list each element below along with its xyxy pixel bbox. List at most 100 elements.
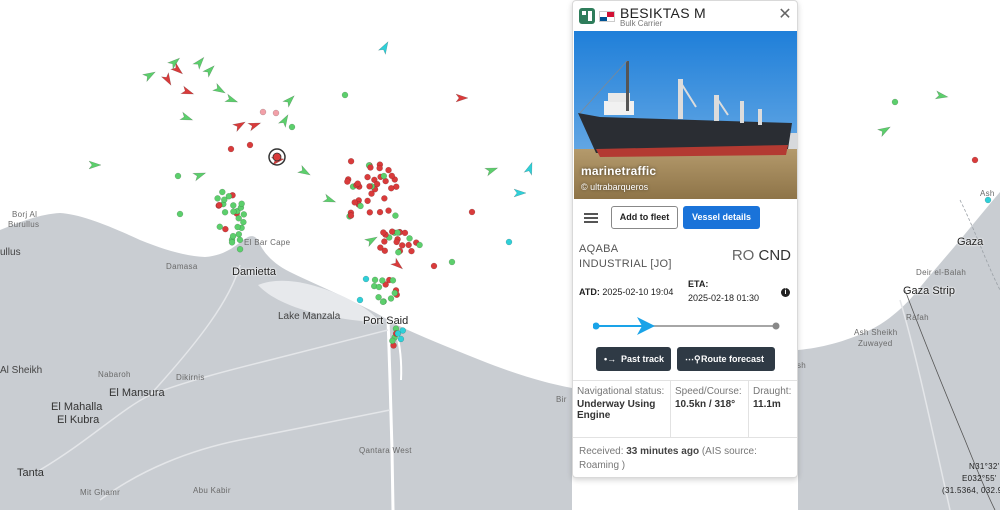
vessel-marker-anchored[interactable] <box>221 209 229 216</box>
vessel-marker-anchored[interactable] <box>971 156 979 164</box>
vessel-marker-anchored[interactable] <box>366 209 374 216</box>
vessel-marker-anchored[interactable] <box>259 108 267 116</box>
map-base[interactable] <box>0 0 1000 510</box>
vessel-marker-anchored[interactable] <box>505 238 513 246</box>
vessel-marker-anchored[interactable] <box>395 249 402 256</box>
vessel-marker-anchored[interactable] <box>380 229 387 236</box>
vessel-marker-anchored[interactable] <box>227 145 235 153</box>
destination[interactable]: AQABA INDUSTRIAL [JO] <box>579 242 672 272</box>
vessel-marker-anchored[interactable] <box>235 231 243 238</box>
vessel-marker-anchored[interactable] <box>344 178 351 185</box>
hamburger-icon[interactable] <box>584 213 598 223</box>
vessel-marker-anchored[interactable] <box>236 245 244 253</box>
vessel-marker-anchored[interactable] <box>364 197 371 205</box>
vessel-marker-anchored[interactable] <box>388 172 396 180</box>
vessel-photo[interactable]: marinetraffic © ultrabarqueros <box>574 31 797 199</box>
vessel-marker-anchored[interactable] <box>394 330 402 337</box>
vessel-marker-anchored[interactable] <box>381 247 389 255</box>
destination-line1: AQABA <box>579 243 619 255</box>
close-icon[interactable]: ✕ <box>777 7 793 23</box>
vessel-marker-anchored[interactable] <box>379 298 387 306</box>
vessel-marker-anchored[interactable] <box>364 173 371 181</box>
vessel-marker-anchored[interactable] <box>214 195 221 202</box>
vessel-marker-anchored[interactable] <box>373 180 381 188</box>
route-forecast-icon: ⋯⚲ <box>685 354 701 364</box>
vessel-marker-anchored[interactable] <box>391 289 399 297</box>
vessel-marker-anchored[interactable] <box>387 295 395 302</box>
vessel-marker-anchored[interactable] <box>385 207 392 214</box>
vessel-marker-anchored[interactable] <box>406 235 413 242</box>
map-canvas[interactable]: Borj Al Burullus ullus El Bar Cape Damas… <box>0 0 1000 510</box>
vessel-marker-anchored[interactable] <box>416 241 423 249</box>
vessel-marker-anchored[interactable] <box>389 337 396 345</box>
vessel-marker-anchored[interactable] <box>405 241 412 249</box>
vessel-marker-anchored[interactable] <box>221 196 228 203</box>
vessel-marker-anchored[interactable] <box>341 91 349 99</box>
route-forecast-button[interactable]: ⋯⚲ Route forecast <box>677 347 775 371</box>
vessel-marker-anchored[interactable] <box>230 202 237 209</box>
vessel-marker-anchored[interactable] <box>376 164 383 172</box>
vessel-marker-anchored[interactable] <box>216 223 224 231</box>
vessel-marker-anchored[interactable] <box>381 195 388 202</box>
vessel-marker-anchored[interactable] <box>230 208 237 215</box>
vessel-marker-anchored[interactable] <box>347 158 355 165</box>
vessel-marker-anchored[interactable] <box>408 247 415 255</box>
vessel-marker-anchored[interactable] <box>394 229 401 236</box>
vessel-marker-anchored[interactable] <box>222 225 229 233</box>
vessel-marker-anchored[interactable] <box>354 180 362 187</box>
vessel-details-button[interactable]: Vessel details <box>683 206 760 229</box>
vessel-marker-anchored[interactable] <box>371 276 379 284</box>
vessel-marker-anchored[interactable] <box>238 200 245 208</box>
vessel-marker-anchored[interactable] <box>234 223 241 231</box>
vessel-marker-anchored[interactable] <box>288 123 296 131</box>
vessel-marker-anchored[interactable] <box>366 183 373 190</box>
vessel-marker-anchored[interactable] <box>393 238 400 246</box>
vessel-marker-anchored[interactable] <box>448 258 456 266</box>
vessel-marker-anchored[interactable] <box>356 296 364 304</box>
vessel-marker-anchored[interactable] <box>389 277 397 284</box>
vessel-marker-anchored[interactable] <box>174 172 182 180</box>
vessel-marker-anchored[interactable] <box>385 166 392 174</box>
destination-dot <box>772 322 780 330</box>
vessel-marker-anchored[interactable] <box>430 262 438 270</box>
add-to-fleet-button[interactable]: Add to fleet <box>611 206 678 229</box>
vessel-marker-anchored[interactable] <box>376 208 384 216</box>
vessel-marker-anchored[interactable] <box>387 184 395 192</box>
vessel-marker-anchored[interactable] <box>351 199 358 206</box>
draught-label: Draught: <box>753 386 792 397</box>
vessel-marker-anchored[interactable] <box>215 201 223 209</box>
vessel-marker-anchored[interactable] <box>380 172 388 180</box>
selected-vessel-marker[interactable] <box>272 152 282 162</box>
past-track-label: Past track <box>621 354 665 364</box>
vessel-marker-anchored[interactable] <box>392 212 399 219</box>
vessel-marker-anchored[interactable] <box>347 212 355 219</box>
route-forecast-label: Route forecast <box>701 354 765 364</box>
vessel-marker-anchored[interactable] <box>246 141 254 149</box>
vessel-marker-anchored[interactable] <box>219 188 226 196</box>
vessel-marker-anchored[interactable] <box>891 98 899 106</box>
vessel-marker-anchored[interactable] <box>388 228 396 235</box>
past-track-button[interactable]: •→ Past track <box>596 347 671 371</box>
info-icon[interactable]: i <box>781 288 790 297</box>
vessel-marker-anchored[interactable] <box>401 229 409 237</box>
vessel-marker-anchored[interactable] <box>397 335 405 343</box>
vessel-marker-anchored[interactable] <box>468 208 476 216</box>
vessel-marker-anchored[interactable] <box>375 283 383 291</box>
vessel-marker-anchored[interactable] <box>362 275 370 283</box>
map-label: Qantara West <box>359 446 412 455</box>
vessel-marker-anchored[interactable] <box>272 109 280 117</box>
map-label: El Mahalla <box>51 401 103 413</box>
vessel-marker-anchored[interactable] <box>176 210 184 218</box>
vessel-marker-anchored[interactable] <box>379 277 386 284</box>
vessel-marker-anchored[interactable] <box>229 232 237 240</box>
vessel-marker-anchored[interactable] <box>357 202 364 210</box>
vessel-marker-anchored[interactable] <box>381 238 388 245</box>
destination-line2: INDUSTRIAL [JO] <box>579 258 672 270</box>
vessel-marker-anchored[interactable] <box>236 236 244 244</box>
vessel-marker-anchored[interactable] <box>228 239 236 246</box>
vessel-marker-anchored[interactable] <box>367 164 374 171</box>
vessel-marker-anchored[interactable] <box>398 242 406 249</box>
vessel-marker-anchored[interactable] <box>235 215 242 222</box>
vessel-marker-anchored[interactable] <box>375 293 382 301</box>
vessel-marker-anchored[interactable] <box>240 211 248 218</box>
